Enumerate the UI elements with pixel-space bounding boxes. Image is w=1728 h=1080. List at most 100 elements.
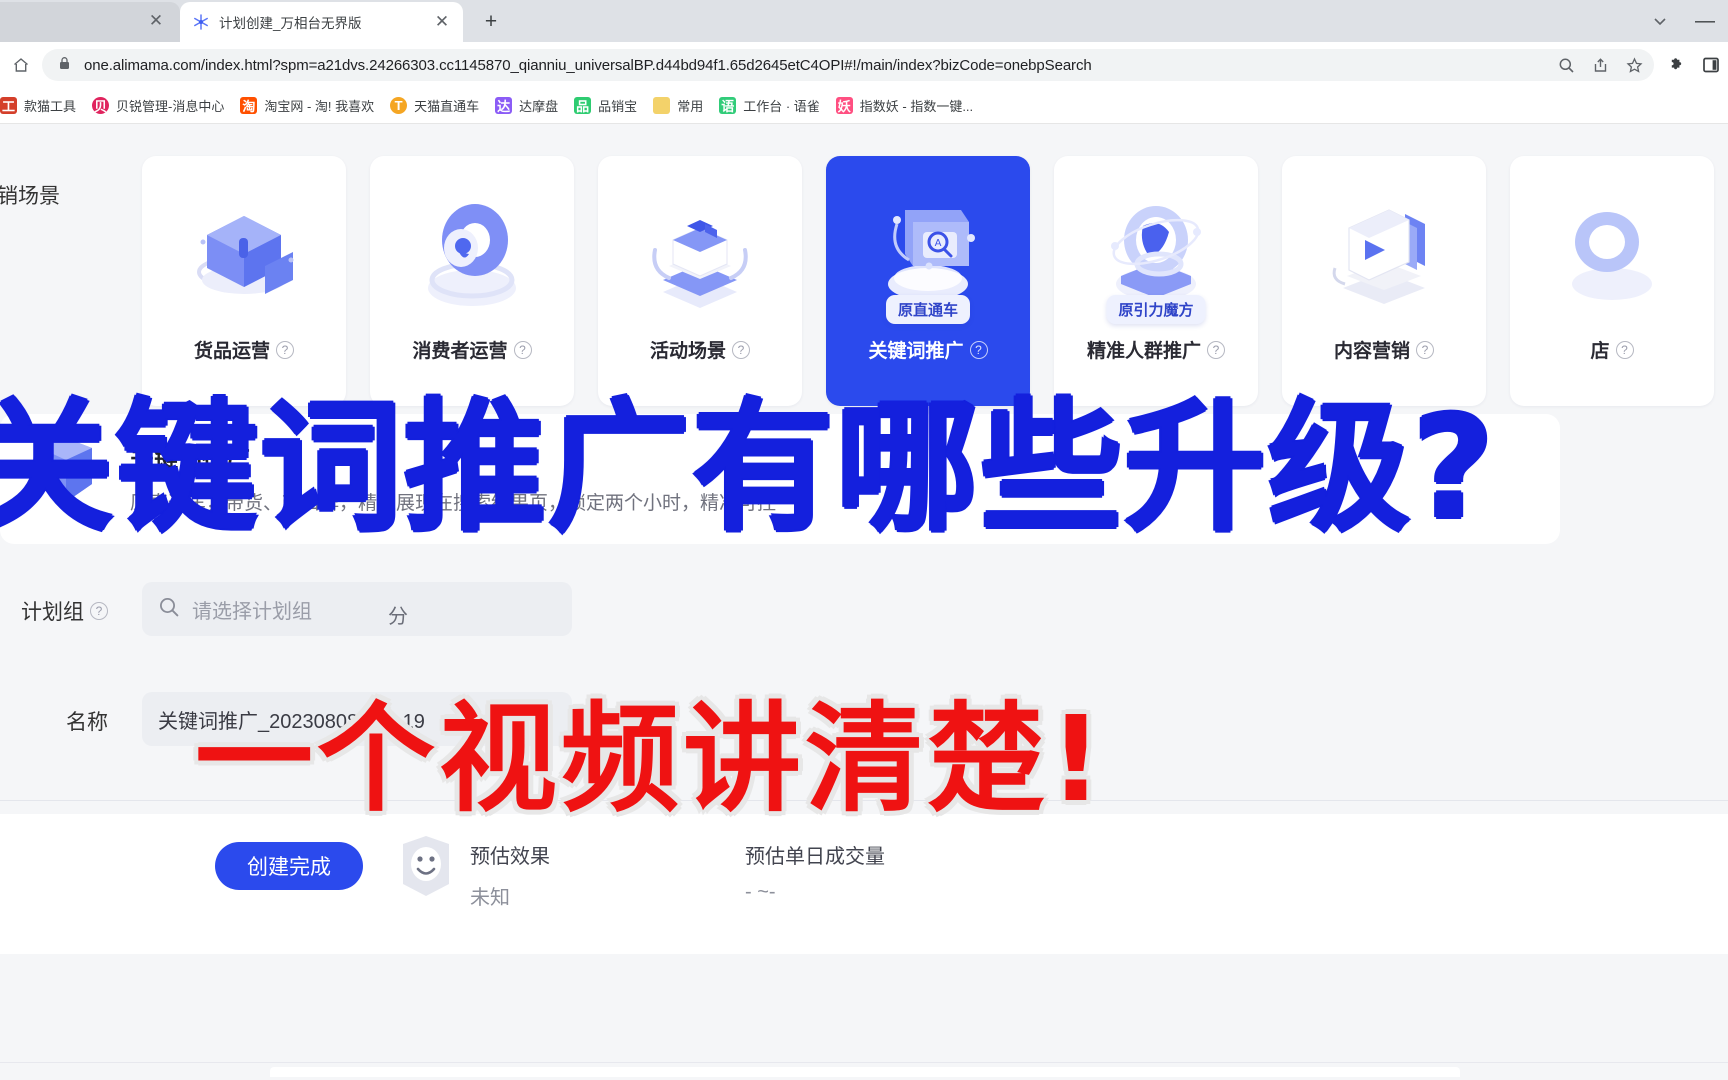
plan-form: 计划组 ? 请选择计划组 分 名称 关键词推广_20230808_14..19 [0, 564, 1728, 784]
scene-card-keyword-promotion[interactable]: A 原直通车 关键词推广 ? [826, 156, 1030, 406]
help-icon[interactable]: ? [969, 340, 988, 359]
omnibox-row: one.alimama.com/index.html?spm=a21dvs.24… [0, 42, 1728, 88]
plan-name-value: 关键词推广_20230808_14..19 [158, 710, 425, 733]
window-minimize-button[interactable]: — [1682, 0, 1728, 42]
search-icon [158, 596, 180, 623]
box-cube-art [169, 180, 319, 330]
help-icon[interactable]: ? [1615, 340, 1634, 359]
bookmark-item[interactable]: 品 品销宝 [566, 93, 645, 119]
omnibox-actions [1552, 51, 1648, 79]
estimate-daily-volume-block: 预估单日成交量 - ~- [745, 840, 885, 904]
scene-card-consumer-operation[interactable]: 消费者运营 ? [370, 156, 574, 406]
screenshot-root: ✕ 计划创建_万相台无界版 ✕ + — one.alimama.com/inde… [0, 0, 1728, 1080]
bookmark-item[interactable]: T 天猫直通车 [382, 93, 487, 119]
bookmark-label: 指数妖 - 指数一键... [859, 99, 974, 114]
gift-box-art [625, 180, 775, 330]
bookmark-label: 工作台 · 语雀 [743, 99, 820, 114]
scene-card-content-marketing[interactable]: 内容营销 ? [1282, 156, 1486, 406]
bookmark-label: 贝锐管理-消息中心 [116, 99, 225, 114]
lock-icon [58, 56, 74, 75]
scene-card-label: 消费者运营 [412, 341, 508, 362]
zoom-search-icon[interactable] [1552, 51, 1580, 79]
page-bottom-edge [0, 1062, 1728, 1080]
page-bottom-panel [270, 1067, 1460, 1077]
scene-description-title: 关键词推广 [130, 445, 250, 472]
plan-name-label: 名称 [0, 706, 108, 736]
scene-card-shop[interactable]: 店 ? [1510, 156, 1714, 406]
estimate-daily-volume-value: - ~- [745, 881, 776, 903]
tab-strip: ✕ 计划创建_万相台无界版 ✕ + — [0, 0, 1728, 42]
url-text: one.alimama.com/index.html?spm=a21dvs.24… [84, 56, 1092, 74]
scene-card-label: 关键词推广 [868, 341, 964, 362]
scene-card-activity-scene[interactable]: 活动场景 ? [598, 156, 802, 406]
chevron-down-icon[interactable] [1638, 0, 1682, 42]
keyword-shield-art [18, 428, 114, 528]
marketing-scene-card-list: 货品运营 ? 消费者运营 ? 活动场景 ? A 原直通车 关键词推广 ? 原引力… [142, 156, 1714, 406]
form-row-plan-group: 计划组 ? 请选择计划组 分 [0, 564, 1728, 674]
side-panel-icon[interactable] [1694, 42, 1728, 88]
bookmark-item[interactable]: 工 款猫工具 [0, 93, 84, 119]
scene-card-name: 活动场景 ? [650, 336, 750, 363]
help-icon[interactable]: ? [1416, 340, 1434, 359]
bookmark-item[interactable]: 淘 淘宝网 - 淘! 我喜欢 [232, 93, 382, 119]
bookmark-label: 天猫直通车 [414, 99, 480, 114]
bookmark-favicon-icon: 语 [719, 97, 737, 114]
plan-name-input[interactable]: 关键词推广_20230808_14..19 [142, 692, 572, 746]
form-row-plan-name: 名称 关键词推广_20230808_14..19 [0, 674, 1728, 784]
new-tab-button[interactable]: + [478, 9, 504, 35]
svg-text:A: A [935, 238, 942, 249]
scene-card-name: 精准人群推广 ? [1087, 336, 1225, 363]
bookmark-favicon-icon: T [390, 97, 408, 114]
scene-description-subtitle: 原直通车，带货、带口碑，精准展现在搜索结果页，锁定两个小时，精准可控 [130, 493, 777, 514]
bookmark-favicon-icon: 贝 [92, 97, 110, 114]
extensions-puzzle-icon[interactable] [1660, 42, 1694, 88]
scene-card-name: 消费者运营 ? [412, 336, 532, 363]
bookmark-favicon-icon: 淘 [240, 97, 258, 114]
robot-face-icon [395, 834, 457, 900]
bookmark-label: 达摩盘 [519, 99, 559, 114]
bookmark-item[interactable]: 常用 [645, 93, 711, 119]
ring-disc-art [397, 180, 547, 330]
bookmark-label: 品销宝 [598, 99, 638, 114]
bookmark-favicon-icon: 工 [0, 97, 17, 114]
estimate-daily-volume-title: 预估单日成交量 [745, 846, 885, 868]
scene-card-name: 店 ? [1590, 336, 1634, 363]
active-tab[interactable]: 计划创建_万相台无界版 ✕ [180, 2, 463, 42]
scene-card-name: 内容营销 ? [1334, 336, 1434, 363]
page-content: 营销场景 [0, 124, 1728, 1080]
share-icon[interactable] [1586, 51, 1614, 79]
plan-name-label-text: 名称 [66, 711, 108, 734]
plan-group-select[interactable]: 请选择计划组 [142, 582, 572, 636]
help-icon[interactable]: ? [276, 340, 294, 359]
bookmark-favicon-icon: 品 [574, 97, 592, 114]
bookmark-item[interactable]: 贝 贝锐管理-消息中心 [84, 93, 232, 119]
scene-card-goods-operation[interactable]: 货品运营 ? [142, 156, 346, 406]
bookmark-favicon-icon: 妖 [835, 97, 853, 114]
bookmark-star-icon[interactable] [1620, 51, 1648, 79]
bookmark-item[interactable]: 妖 指数妖 - 指数一键... [828, 93, 981, 119]
help-icon[interactable]: ? [732, 340, 750, 359]
bookmark-item[interactable]: 达 达摩盘 [487, 93, 566, 119]
help-icon[interactable]: ? [1207, 340, 1225, 359]
bookmark-item[interactable]: 语 工作台 · 语雀 [711, 93, 828, 119]
background-tab[interactable]: ✕ [0, 2, 180, 42]
bookmark-favicon-icon: 达 [495, 97, 513, 114]
orbit-ring-art: 原引力魔方 [1081, 180, 1231, 330]
scene-description-strip: 关键词推广 原直通车，带货、带口碑，精准展现在搜索结果页，锁定两个小时，精准可控 [0, 414, 1728, 564]
address-bar[interactable]: one.alimama.com/index.html?spm=a21dvs.24… [42, 49, 1654, 81]
help-icon[interactable]: ? [90, 602, 108, 620]
action-footer: 创建完成 预估效果 未知 预估单日成交量 - ~- [0, 814, 1728, 954]
scene-card-precise-crowd-promotion[interactable]: 原引力魔方 精准人群推广 ? [1054, 156, 1258, 406]
home-icon[interactable] [0, 42, 42, 88]
scene-card-badge: 原直通车 [885, 295, 971, 324]
create-complete-button[interactable]: 创建完成 [215, 842, 363, 890]
estimate-effect-title: 预估效果 [470, 846, 550, 868]
bookmark-label: 款猫工具 [24, 99, 77, 114]
scene-card-label: 店 [1590, 341, 1610, 362]
help-icon[interactable]: ? [513, 340, 532, 359]
active-tab-close-icon[interactable]: ✕ [433, 13, 451, 31]
marketing-scene-label: 营销场景 [0, 185, 60, 208]
bookmark-folder-icon [653, 97, 671, 114]
video-card-art [1309, 180, 1459, 330]
background-tab-close-icon[interactable]: ✕ [148, 12, 164, 29]
